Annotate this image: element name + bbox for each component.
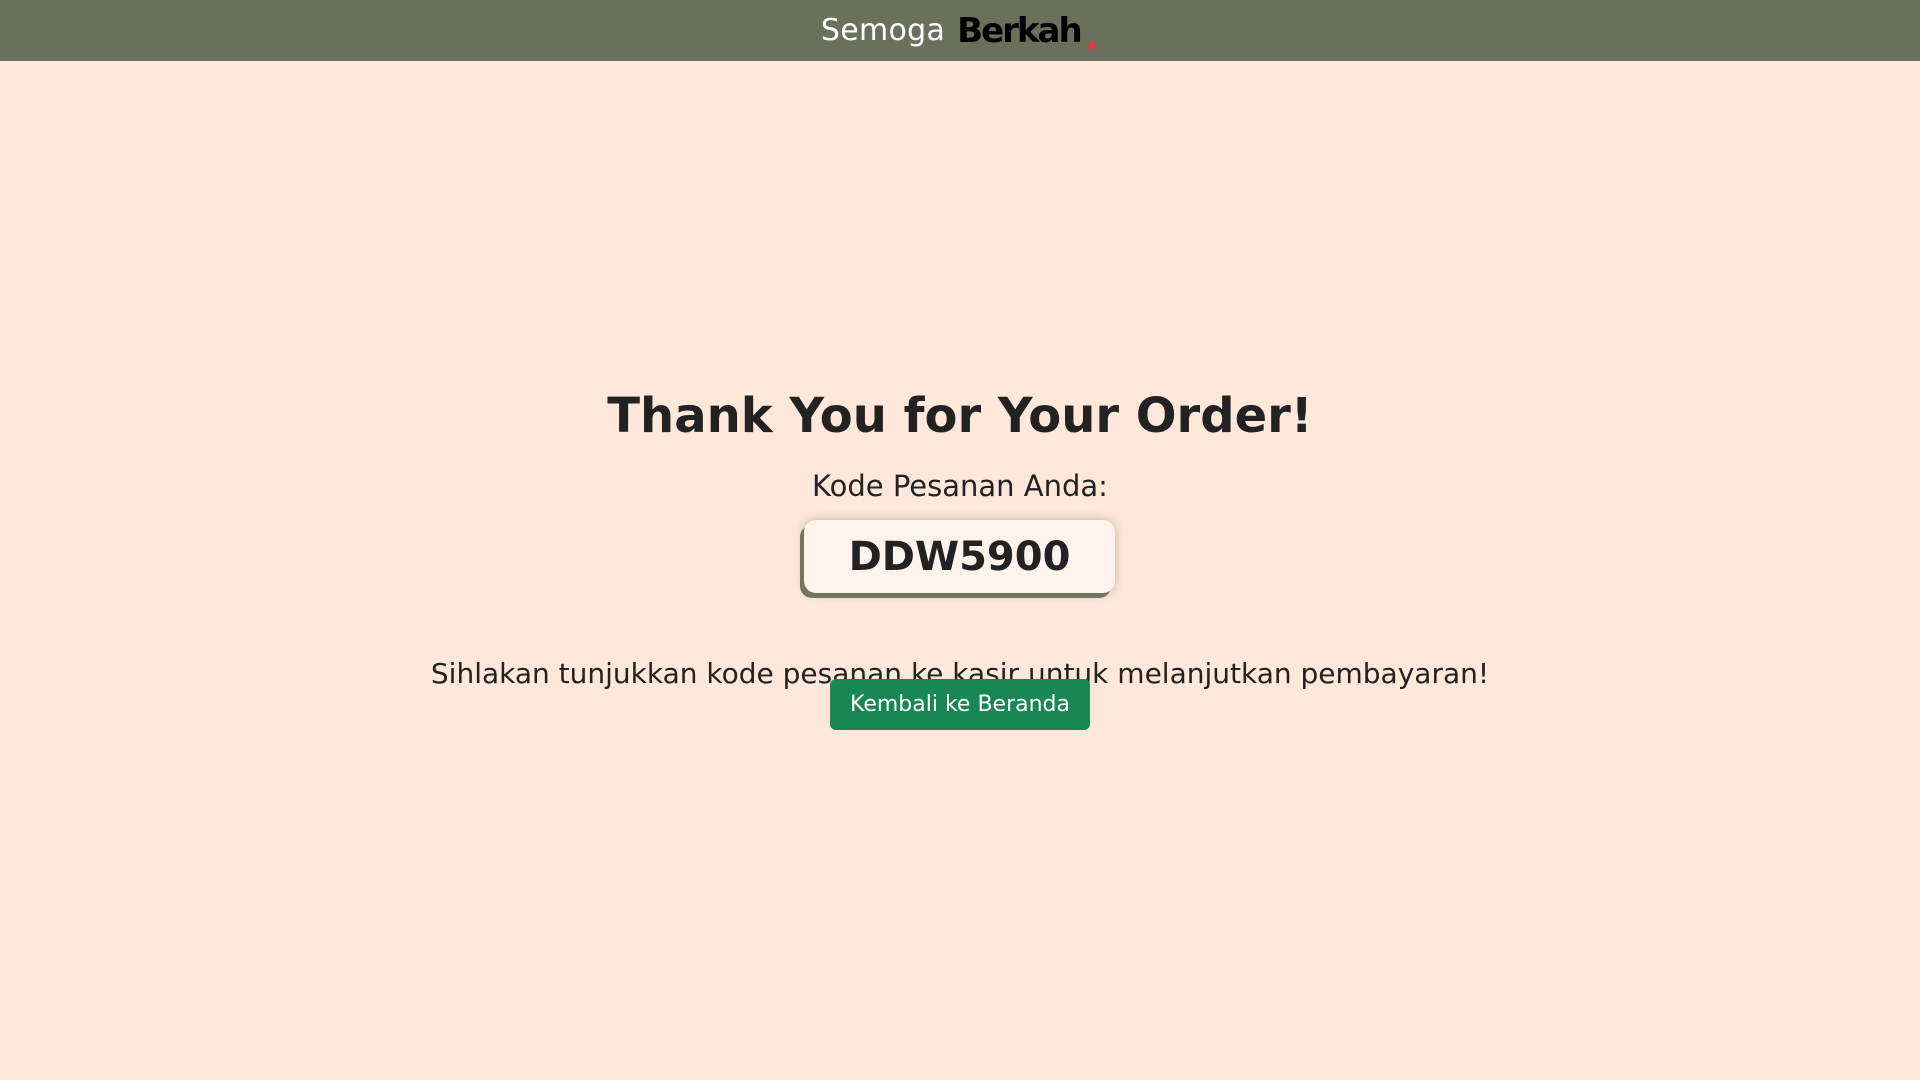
order-code-label: Kode Pesanan Anda:: [812, 469, 1108, 503]
order-confirmation-content: Thank You for Your Order! Kode Pesanan A…: [0, 0, 1920, 1080]
page-title: Thank You for Your Order!: [607, 388, 1313, 445]
order-code-box: DDW5900: [804, 520, 1115, 593]
order-code-value: DDW5900: [848, 533, 1071, 580]
back-to-home-button[interactable]: Kembali ke Beranda: [830, 679, 1090, 730]
